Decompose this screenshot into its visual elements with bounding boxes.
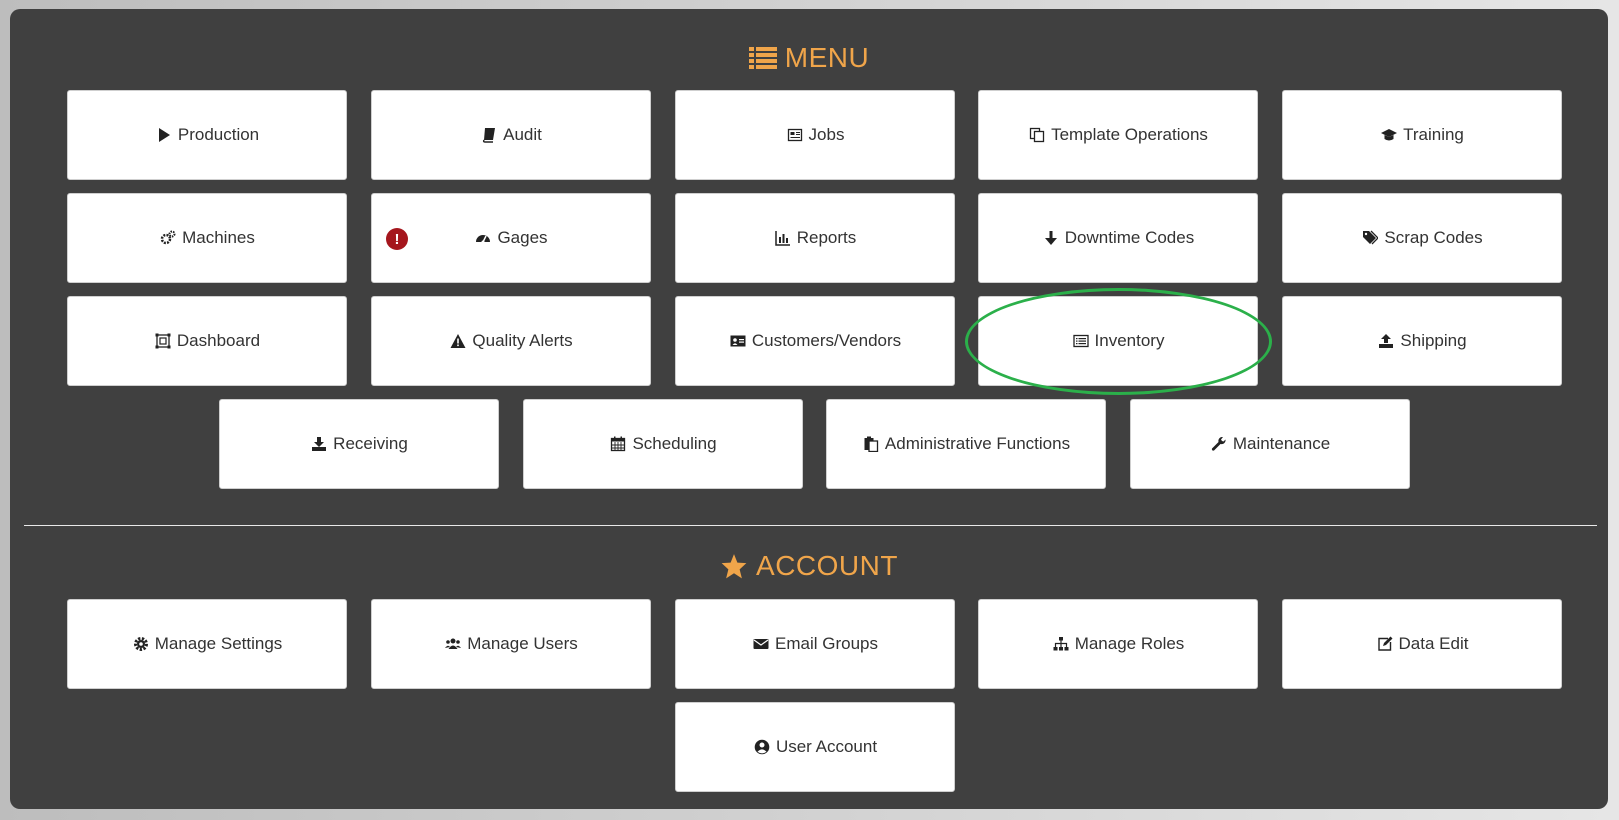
gauge-icon	[474, 229, 492, 247]
bar-chart-icon	[774, 229, 792, 247]
menu-quality-alerts-button[interactable]: Quality Alerts	[371, 296, 651, 386]
menu-heading: MENU	[10, 42, 1608, 74]
newspaper-icon	[786, 126, 804, 144]
menu-scheduling-label: Scheduling	[632, 434, 717, 453]
account-manage-users-label: Manage Users	[467, 634, 578, 653]
menu-dashboard-button[interactable]: Dashboard	[67, 296, 347, 386]
menu-inventory-button[interactable]: Inventory	[978, 296, 1258, 386]
cogs-icon	[159, 229, 177, 247]
account-manage-users-button[interactable]: Manage Users	[371, 599, 651, 689]
menu-downtime-codes-label: Downtime Codes	[1064, 228, 1195, 247]
menu-reports-button[interactable]: Reports	[675, 193, 955, 283]
graduation-cap-icon	[1380, 126, 1398, 144]
sitemap-icon	[1052, 635, 1070, 653]
warning-icon	[449, 332, 467, 350]
gear-icon	[132, 635, 150, 653]
book-icon	[480, 126, 498, 144]
users-icon	[444, 635, 462, 653]
menu-machines-label: Machines	[182, 228, 255, 247]
menu-receiving-button[interactable]: Receiving	[219, 399, 499, 489]
account-manage-roles-label: Manage Roles	[1074, 634, 1185, 653]
menu-gages-label: Gages	[497, 228, 548, 247]
menu-maintenance-button[interactable]: Maintenance	[1130, 399, 1410, 489]
menu-jobs-button[interactable]: Jobs	[675, 90, 955, 180]
wrench-icon	[1210, 435, 1228, 453]
menu-title: MENU	[784, 42, 870, 73]
menu-shipping-label: Shipping	[1400, 331, 1467, 350]
menu-inventory-label: Inventory	[1094, 331, 1165, 350]
tags-icon	[1361, 229, 1379, 247]
list-icon	[748, 46, 777, 70]
menu-production-button[interactable]: Production	[67, 90, 347, 180]
menu-shipping-button[interactable]: Shipping	[1282, 296, 1562, 386]
menu-downtime-codes-button[interactable]: Downtime Codes	[978, 193, 1258, 283]
menu-template-operations-button[interactable]: Template Operations	[978, 90, 1258, 180]
gages-alert-badge: !	[386, 228, 408, 250]
menu-production-label: Production	[177, 125, 260, 144]
account-manage-settings-label: Manage Settings	[154, 634, 283, 653]
menu-audit-button[interactable]: Audit	[371, 90, 651, 180]
menu-scrap-codes-label: Scrap Codes	[1384, 228, 1483, 247]
account-user-account-button[interactable]: User Account	[675, 702, 955, 792]
menu-receiving-label: Receiving	[333, 434, 408, 453]
menu-jobs-label: Jobs	[808, 125, 845, 144]
account-email-groups-label: Email Groups	[775, 634, 878, 653]
upload-icon	[1377, 332, 1395, 350]
star-icon	[720, 553, 748, 580]
list-alt-icon	[1072, 332, 1090, 350]
main-panel: MENU Production Audit Jobs Template Oper…	[10, 9, 1608, 809]
download-icon	[310, 435, 328, 453]
account-manage-roles-button[interactable]: Manage Roles	[978, 599, 1258, 689]
object-group-icon	[154, 332, 172, 350]
account-heading: ACCOUNT	[10, 550, 1608, 582]
user-circle-icon	[753, 738, 771, 756]
account-email-groups-button[interactable]: Email Groups	[675, 599, 955, 689]
menu-audit-label: Audit	[503, 125, 542, 144]
menu-training-button[interactable]: Training	[1282, 90, 1562, 180]
menu-dashboard-label: Dashboard	[176, 331, 261, 350]
section-divider	[24, 525, 1597, 526]
address-card-icon	[729, 332, 747, 350]
account-title: ACCOUNT	[756, 550, 898, 581]
account-data-edit-button[interactable]: Data Edit	[1282, 599, 1562, 689]
clipboard-icon	[862, 435, 880, 453]
play-icon	[155, 126, 173, 144]
copy-icon	[1028, 126, 1046, 144]
edit-icon	[1376, 635, 1394, 653]
account-data-edit-label: Data Edit	[1398, 634, 1469, 653]
menu-scrap-codes-button[interactable]: Scrap Codes	[1282, 193, 1562, 283]
account-manage-settings-button[interactable]: Manage Settings	[67, 599, 347, 689]
menu-customers-vendors-label: Customers/Vendors	[751, 331, 902, 350]
menu-training-label: Training	[1403, 125, 1464, 144]
menu-quality-alerts-label: Quality Alerts	[472, 331, 573, 350]
menu-scheduling-button[interactable]: Scheduling	[523, 399, 803, 489]
menu-customers-vendors-button[interactable]: Customers/Vendors	[675, 296, 955, 386]
menu-administrative-functions-label: Administrative Functions	[884, 434, 1071, 453]
envelope-icon	[752, 635, 770, 653]
menu-machines-button[interactable]: Machines	[67, 193, 347, 283]
menu-reports-label: Reports	[796, 228, 857, 247]
arrow-down-icon	[1042, 229, 1060, 247]
menu-maintenance-label: Maintenance	[1232, 434, 1331, 453]
menu-administrative-functions-button[interactable]: Administrative Functions	[826, 399, 1106, 489]
menu-template-operations-label: Template Operations	[1051, 125, 1208, 144]
account-user-account-label: User Account	[775, 737, 878, 756]
calendar-icon	[609, 435, 627, 453]
menu-gages-button[interactable]: ! Gages	[371, 193, 651, 283]
